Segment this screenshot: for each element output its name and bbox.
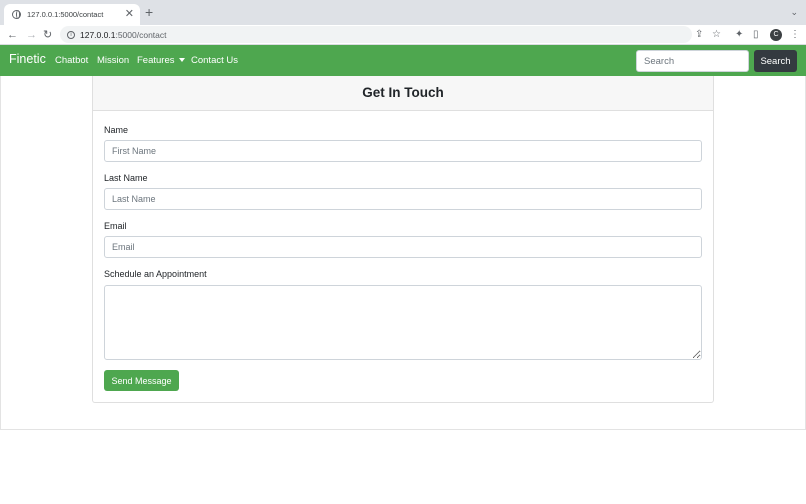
- profile-avatar[interactable]: C: [770, 29, 782, 41]
- reload-icon[interactable]: ↻: [43, 27, 52, 43]
- share-icon[interactable]: ⇪: [695, 28, 703, 42]
- caret-down-icon: [178, 58, 185, 62]
- bookmark-star-icon[interactable]: ☆: [712, 28, 721, 42]
- browser-tab-strip: 127.0.0.1:5000/contact ✕ + ⌄: [0, 0, 806, 25]
- tab-title: 127.0.0.1:5000/contact: [27, 10, 104, 19]
- url-path: :5000/contact: [115, 29, 167, 40]
- side-panel-icon[interactable]: ▯: [753, 28, 759, 42]
- email-field[interactable]: [104, 236, 702, 258]
- nav-link-chatbot[interactable]: Chatbot: [55, 55, 88, 66]
- appointment-textarea[interactable]: [104, 285, 702, 360]
- forward-icon[interactable]: →: [26, 27, 37, 43]
- url-text: 127.0.0.1:5000/contact: [80, 30, 167, 40]
- back-icon[interactable]: ←: [7, 27, 18, 43]
- info-icon[interactable]: i: [67, 30, 75, 39]
- nav-link-features: Features: [137, 55, 175, 66]
- brand-logo[interactable]: Finetic: [9, 52, 46, 66]
- browser-toolbar: ← → ↻ i 127.0.0.1:5000/contact ⇪ ☆ ✦ ▯ C…: [0, 25, 806, 45]
- url-host: 127.0.0.1: [80, 29, 116, 40]
- extensions-icon[interactable]: ✦: [735, 28, 743, 42]
- new-tab-icon[interactable]: +: [145, 5, 153, 19]
- email-label: Email: [104, 221, 127, 231]
- search-input[interactable]: [636, 50, 749, 72]
- nav-dropdown-features[interactable]: Features: [137, 55, 185, 66]
- send-message-button[interactable]: Send Message: [104, 370, 179, 391]
- last-name-label: Last Name: [104, 173, 148, 183]
- address-bar[interactable]: i 127.0.0.1:5000/contact: [60, 26, 692, 43]
- appointment-label: Schedule an Appointment: [104, 269, 207, 279]
- contact-card: Get In Touch Name Last Name Email Schedu…: [92, 76, 714, 403]
- nav-link-contact[interactable]: Contact Us: [191, 55, 238, 66]
- browser-menu-icon[interactable]: ⋮: [790, 28, 800, 42]
- page-title: Get In Touch: [93, 76, 713, 111]
- globe-icon: [12, 10, 21, 19]
- browser-tab[interactable]: 127.0.0.1:5000/contact ✕: [4, 4, 140, 25]
- first-name-label: Name: [104, 125, 129, 135]
- tab-close-icon[interactable]: ✕: [125, 9, 134, 20]
- search-button[interactable]: Search: [754, 50, 797, 72]
- last-name-field[interactable]: [104, 188, 702, 210]
- nav-link-mission[interactable]: Mission: [97, 55, 129, 66]
- first-name-field[interactable]: [104, 140, 702, 162]
- tab-search-icon[interactable]: ⌄: [790, 7, 798, 18]
